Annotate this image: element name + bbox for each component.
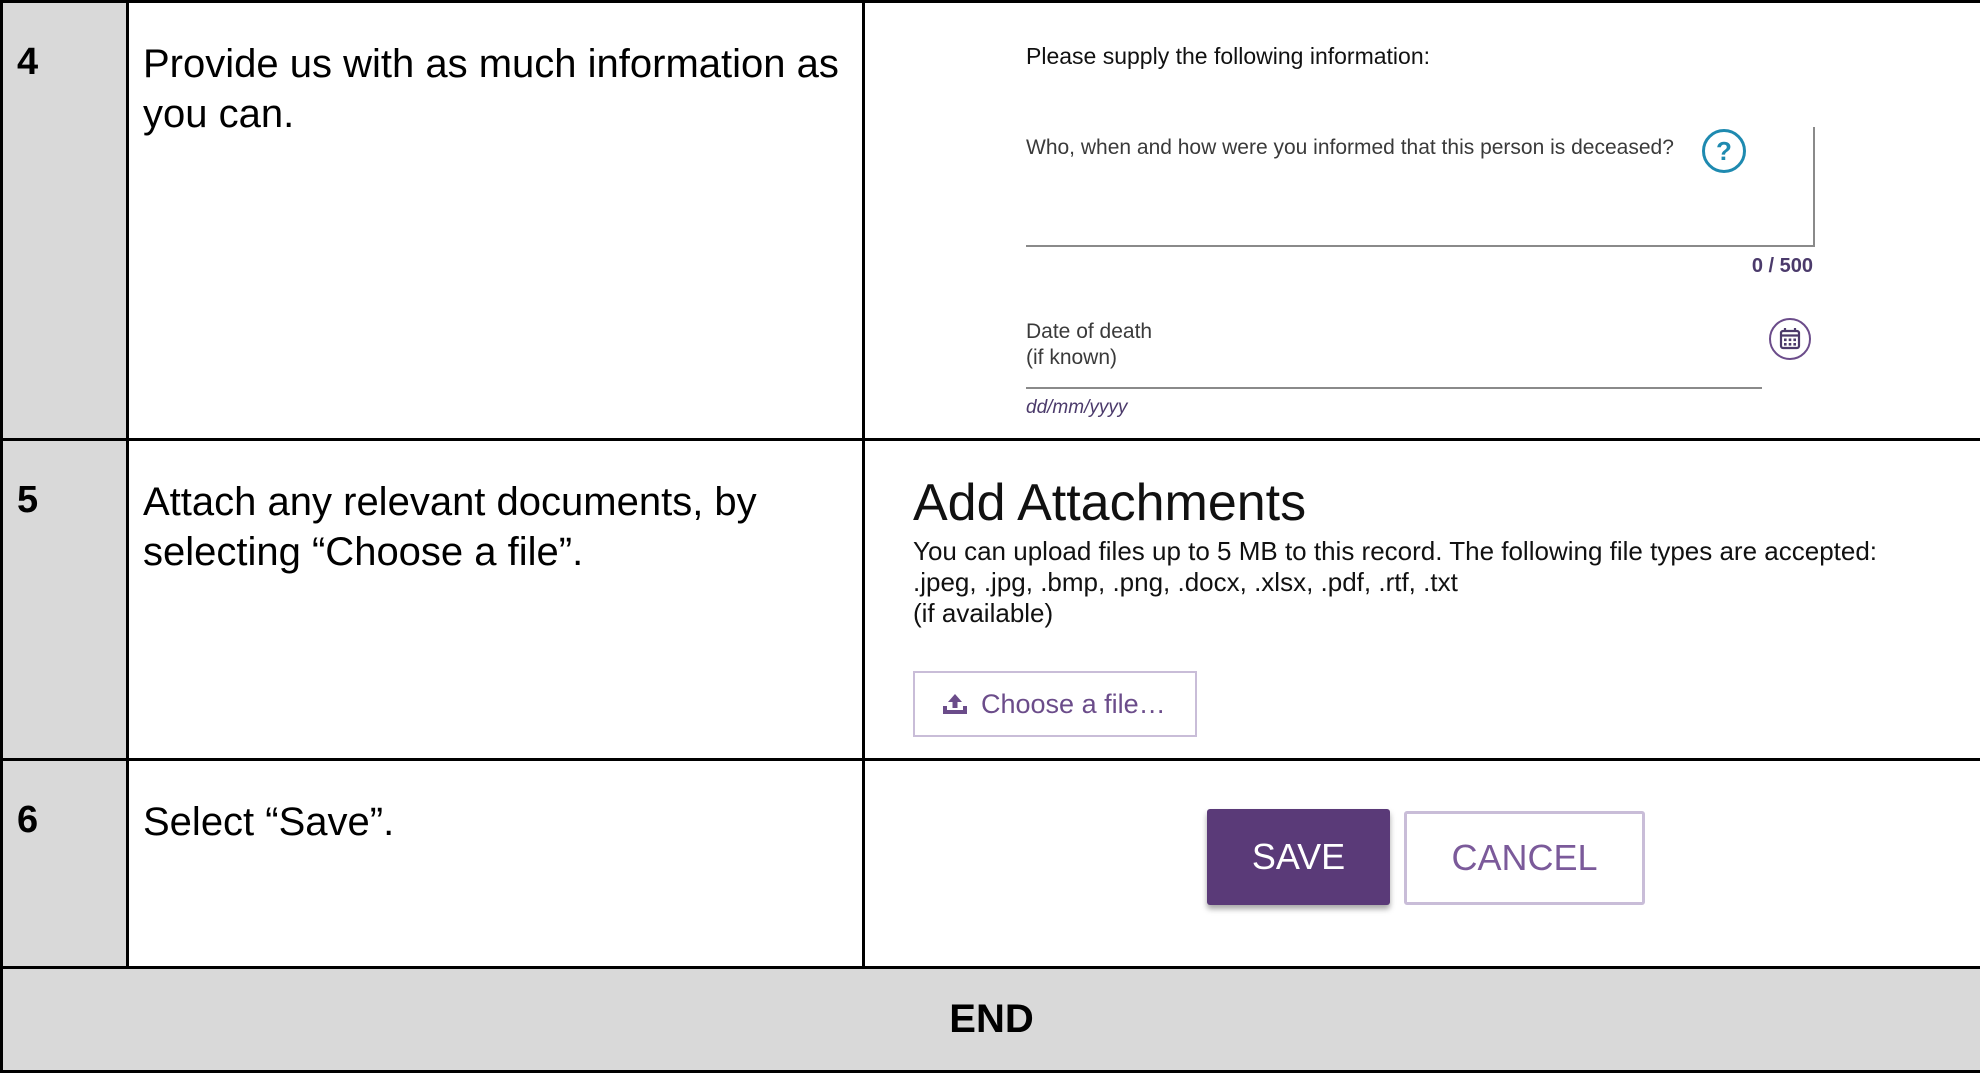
step-number: 5 bbox=[2, 440, 128, 760]
end-row: END bbox=[2, 968, 1980, 1072]
attachments-panel: Add Attachments You can upload files up … bbox=[913, 441, 1980, 758]
deceased-info-form: Please supply the following information:… bbox=[1026, 3, 1826, 438]
character-counter: 0 / 500 bbox=[1752, 255, 1813, 278]
attachments-availability: (if available) bbox=[913, 598, 1980, 629]
upload-icon bbox=[941, 692, 969, 716]
step-screenshot-cell: Add Attachments You can upload files up … bbox=[864, 440, 1980, 760]
step-number: 4 bbox=[2, 2, 128, 440]
step-screenshot-cell: Please supply the following information:… bbox=[864, 2, 1980, 440]
attachments-size-note: You can upload files up to 5 MB to this … bbox=[913, 536, 1980, 567]
form-actions: SAVE CANCEL bbox=[865, 761, 1980, 966]
choose-file-button[interactable]: Choose a file… bbox=[913, 671, 1197, 737]
step-instruction: Select “Save”. bbox=[128, 760, 864, 968]
help-icon[interactable]: ? bbox=[1702, 129, 1746, 173]
step-instruction: Attach any relevant documents, by select… bbox=[128, 440, 864, 760]
date-sublabel-text: (if known) bbox=[1026, 345, 1152, 371]
deceased-info-label: Who, when and how were you informed that… bbox=[1026, 136, 1674, 160]
date-of-death-input[interactable] bbox=[1026, 387, 1762, 389]
form-intro: Please supply the following information: bbox=[1026, 43, 1430, 70]
step-screenshot-cell: SAVE CANCEL bbox=[864, 760, 1980, 968]
step-row-6: 6 Select “Save”. SAVE CANCEL bbox=[2, 760, 1980, 968]
step-instruction: Provide us with as much information as y… bbox=[128, 2, 864, 440]
cancel-button[interactable]: CANCEL bbox=[1404, 811, 1645, 905]
calendar-glyph bbox=[1771, 320, 1809, 358]
step-row-5: 5 Attach any relevant documents, by sele… bbox=[2, 440, 1980, 760]
date-label-text: Date of death bbox=[1026, 319, 1152, 345]
attachments-description: You can upload files up to 5 MB to this … bbox=[913, 536, 1980, 629]
choose-file-label: Choose a file… bbox=[981, 689, 1166, 720]
attachments-title: Add Attachments bbox=[913, 473, 1306, 533]
attachments-file-types: .jpeg, .jpg, .bmp, .png, .docx, .xlsx, .… bbox=[913, 567, 1980, 598]
date-of-death-label: Date of death (if known) bbox=[1026, 319, 1152, 371]
step-number: 6 bbox=[2, 760, 128, 968]
date-format-hint: dd/mm/yyyy bbox=[1026, 397, 1127, 419]
step-row-4: 4 Provide us with as much information as… bbox=[2, 2, 1980, 440]
calendar-icon[interactable] bbox=[1769, 318, 1811, 360]
instruction-table: 4 Provide us with as much information as… bbox=[0, 0, 1980, 1073]
end-label: END bbox=[2, 968, 1980, 1072]
save-button[interactable]: SAVE bbox=[1207, 809, 1390, 905]
